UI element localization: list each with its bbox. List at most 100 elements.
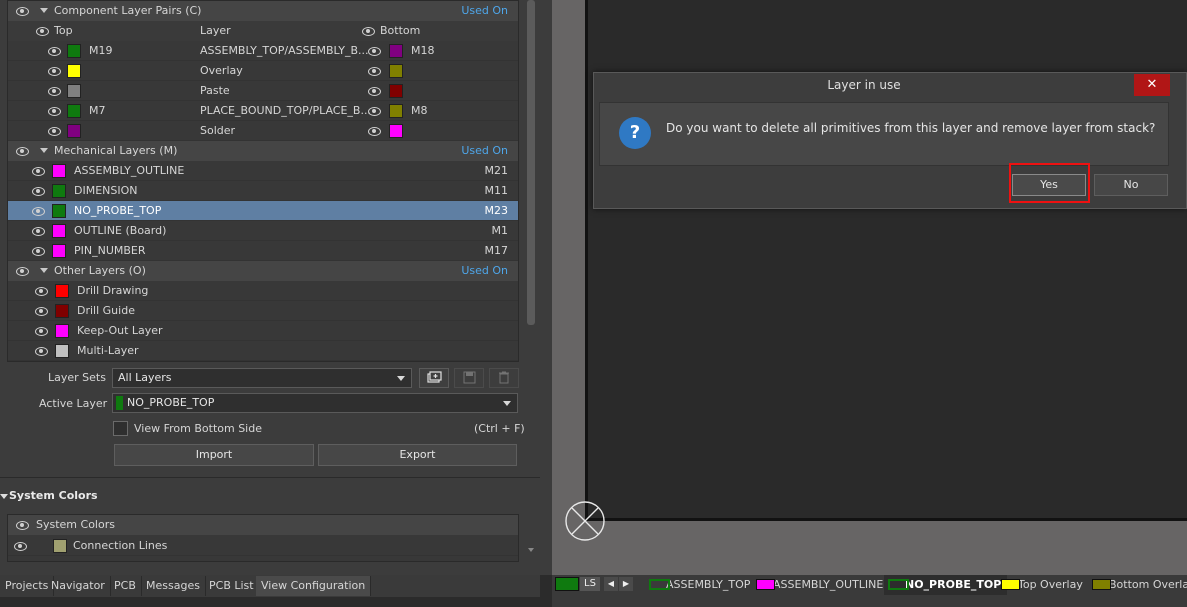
collapse-triangle-icon[interactable]	[40, 8, 48, 13]
add-layer-set-button[interactable]	[419, 368, 449, 388]
eye-icon[interactable]	[368, 46, 381, 56]
system-colors-header[interactable]: System Colors	[8, 515, 518, 535]
bottom-color-swatch[interactable]	[389, 84, 403, 98]
top-color-swatch[interactable]	[67, 44, 81, 58]
collapse-triangle-icon[interactable]	[40, 268, 48, 273]
top-color-swatch[interactable]	[67, 84, 81, 98]
eye-icon[interactable]	[35, 306, 48, 316]
component-pair-row[interactable]: M19 ASSEMBLY_TOP/ASSEMBLY_B... M18	[8, 41, 518, 61]
group-mechanical-layers[interactable]: Mechanical Layers (M) Used On	[8, 141, 518, 161]
active-layer-dropdown[interactable]: NO_PROBE_TOP	[112, 393, 518, 413]
component-pair-row[interactable]: Paste	[8, 81, 518, 101]
system-colors-section-title[interactable]: System Colors	[9, 489, 98, 502]
bottom-color-swatch[interactable]	[389, 124, 403, 138]
eye-icon[interactable]	[48, 86, 61, 96]
layer-color-swatch[interactable]	[52, 224, 66, 238]
eye-icon[interactable]	[32, 186, 45, 196]
layer-sets-dropdown[interactable]: All Layers	[112, 368, 412, 388]
eye-icon[interactable]	[35, 346, 48, 356]
component-pair-row[interactable]: Solder	[8, 121, 518, 141]
other-layer-row[interactable]: Drill Drawing	[8, 281, 518, 301]
panel-scrollbar[interactable]	[527, 0, 535, 325]
other-layer-row[interactable]: Drill Guide	[8, 301, 518, 321]
next-layer-button[interactable]: ▶	[619, 577, 633, 591]
eye-icon[interactable]	[48, 46, 61, 56]
panel-splitter[interactable]	[540, 0, 552, 575]
mechanical-layer-row[interactable]: OUTLINE (Board) M1	[8, 221, 518, 241]
eye-icon[interactable]	[48, 126, 61, 136]
layer-tab-assembly-top[interactable]: ASSEMBLY_TOP	[649, 575, 750, 595]
eye-icon[interactable]	[368, 106, 381, 116]
tab-view-configuration[interactable]: View Configuration	[256, 576, 372, 596]
tab-navigator[interactable]: Navigator	[46, 576, 111, 596]
layer-tab-assembly-outline[interactable]: ASSEMBLY_OUTLINE	[756, 575, 883, 595]
tab-messages[interactable]: Messages	[141, 576, 206, 596]
layer-color-swatch[interactable]	[55, 304, 69, 318]
color-swatch[interactable]	[53, 539, 67, 553]
eye-icon[interactable]	[35, 326, 48, 336]
yes-button[interactable]: Yes	[1012, 174, 1086, 196]
eye-icon[interactable]	[368, 66, 381, 76]
delete-layer-set-button[interactable]	[489, 368, 519, 388]
eye-icon[interactable]	[16, 520, 29, 530]
used-on-link[interactable]: Used On	[461, 261, 508, 281]
mechanical-layer-row[interactable]: ASSEMBLY_OUTLINE M21	[8, 161, 518, 181]
eye-icon[interactable]	[16, 266, 29, 276]
tab-pcb[interactable]: PCB	[109, 576, 142, 596]
layer-tab-top-overlay[interactable]: Top Overlay	[1001, 575, 1083, 595]
eye-icon[interactable]	[368, 126, 381, 136]
component-pair-row[interactable]: Overlay	[8, 61, 518, 81]
bottom-color-swatch[interactable]	[389, 44, 403, 58]
tab-pcb-list[interactable]: PCB List	[204, 576, 260, 596]
eye-icon[interactable]	[14, 541, 27, 551]
layer-color-swatch[interactable]	[55, 284, 69, 298]
other-layer-row[interactable]: Keep-Out Layer	[8, 321, 518, 341]
used-on-link[interactable]: Used On	[461, 141, 508, 161]
top-color-swatch[interactable]	[67, 64, 81, 78]
eye-icon[interactable]	[48, 66, 61, 76]
layer-color-swatch[interactable]	[55, 344, 69, 358]
mechanical-layer-row-selected[interactable]: NO_PROBE_TOP M23	[8, 201, 518, 221]
layer-color-swatch[interactable]	[52, 184, 66, 198]
group-other-layers[interactable]: Other Layers (O) Used On	[8, 261, 518, 281]
layer-tab-no-probe-top[interactable]: NO_PROBE_TOP	[884, 575, 1008, 595]
no-button[interactable]: No	[1094, 174, 1168, 196]
mechanical-layer-row[interactable]: DIMENSION M11	[8, 181, 518, 201]
eye-icon[interactable]	[48, 106, 61, 116]
eye-icon[interactable]	[36, 26, 49, 36]
layer-color-swatch[interactable]	[52, 164, 66, 178]
system-color-row[interactable]: Connection Lines	[8, 536, 518, 556]
eye-icon[interactable]	[368, 86, 381, 96]
bottom-color-swatch[interactable]	[389, 64, 403, 78]
mechanical-layer-row[interactable]: PIN_NUMBER M17	[8, 241, 518, 261]
view-from-bottom-checkbox[interactable]	[113, 421, 128, 436]
prev-layer-button[interactable]: ◀	[604, 577, 618, 591]
layer-color-swatch[interactable]	[55, 324, 69, 338]
ls-button[interactable]: LS	[580, 577, 600, 591]
export-button[interactable]: Export	[318, 444, 517, 466]
scroll-down-arrow-icon[interactable]	[528, 548, 534, 552]
layer-color-swatch[interactable]	[52, 204, 66, 218]
top-color-swatch[interactable]	[67, 104, 81, 118]
group-component-layer-pairs[interactable]: Component Layer Pairs (C) Used On	[8, 1, 518, 21]
eye-icon[interactable]	[32, 206, 45, 216]
eye-icon[interactable]	[32, 166, 45, 176]
close-button[interactable]: ✕	[1134, 74, 1170, 96]
layer-tab-bottom-overlay[interactable]: Bottom Overlay	[1092, 575, 1187, 595]
eye-icon[interactable]	[35, 286, 48, 296]
collapse-triangle-icon[interactable]	[0, 494, 8, 499]
import-button[interactable]: Import	[114, 444, 314, 466]
bottom-color-swatch[interactable]	[389, 104, 403, 118]
eye-icon[interactable]	[32, 226, 45, 236]
collapse-triangle-icon[interactable]	[40, 148, 48, 153]
save-layer-set-button[interactable]	[454, 368, 484, 388]
eye-icon[interactable]	[32, 246, 45, 256]
used-on-link[interactable]: Used On	[461, 1, 508, 21]
eye-icon[interactable]	[16, 6, 29, 16]
other-layer-row[interactable]: Multi-Layer	[8, 341, 518, 361]
eye-icon[interactable]	[362, 26, 375, 36]
layer-color-swatch[interactable]	[52, 244, 66, 258]
current-layer-swatch[interactable]	[555, 577, 579, 591]
component-pair-row[interactable]: M7 PLACE_BOUND_TOP/PLACE_B... M8	[8, 101, 518, 121]
top-color-swatch[interactable]	[67, 124, 81, 138]
